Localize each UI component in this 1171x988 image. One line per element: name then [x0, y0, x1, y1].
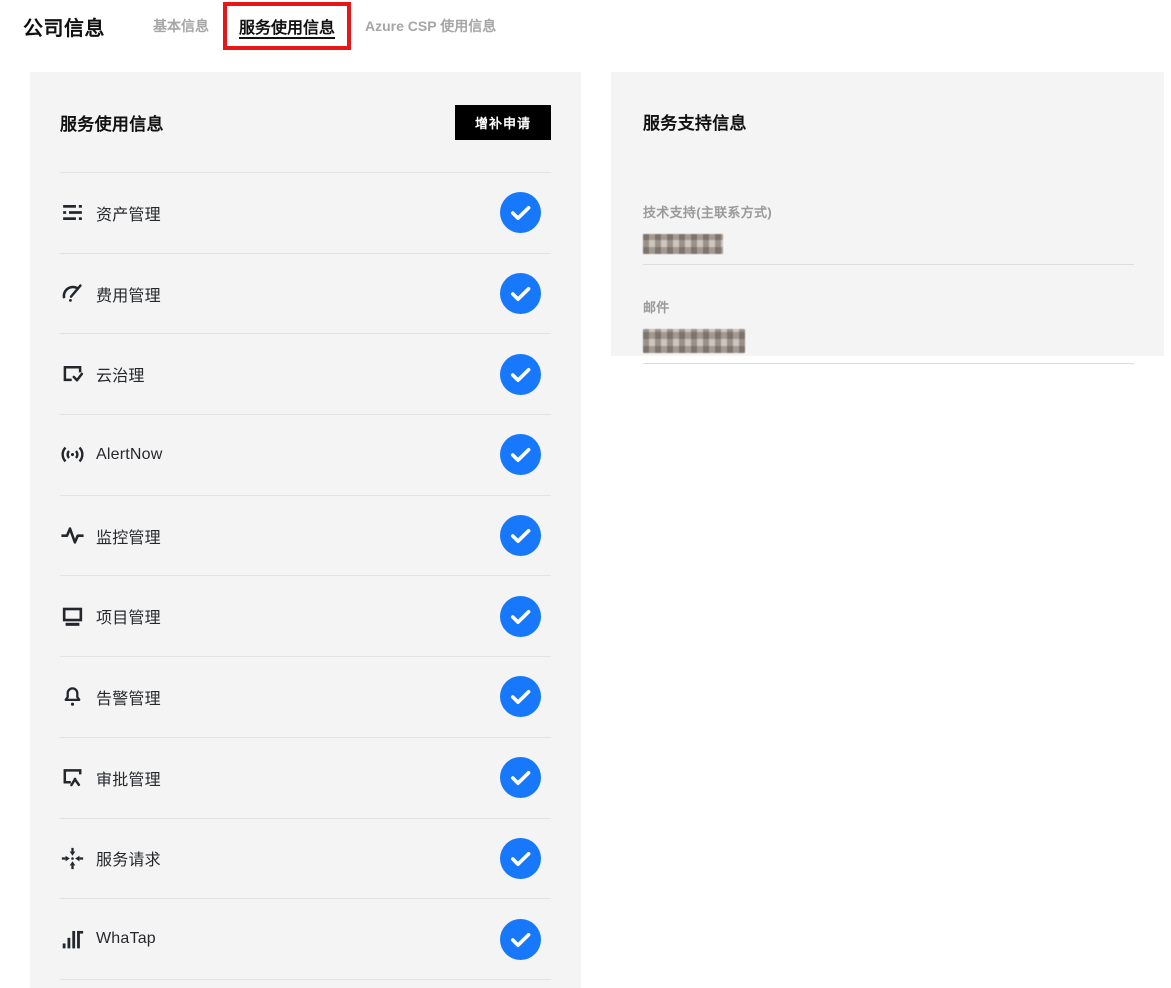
- red-highlight-box: 服务使用信息: [223, 2, 351, 50]
- service-row: 费用管理: [60, 253, 551, 334]
- check-circle-icon[interactable]: [500, 919, 541, 960]
- checked-box-icon: [60, 362, 85, 387]
- service-label: 项目管理: [96, 604, 161, 628]
- service-row: 告警管理: [60, 656, 551, 737]
- collapse-arrows-icon: [60, 846, 85, 871]
- service-usage-panel-title: 服务使用信息: [60, 110, 164, 135]
- service-label: 监控管理: [96, 524, 161, 548]
- field-label: 技术支持(主联系方式): [643, 202, 1134, 221]
- check-circle-icon[interactable]: [500, 596, 541, 637]
- check-circle-icon[interactable]: [500, 273, 541, 314]
- redacted-value-mosaic: [643, 329, 745, 353]
- monitor-icon: [60, 604, 85, 629]
- pulse-icon: [60, 523, 85, 548]
- service-support-panel-title: 服务支持信息: [643, 109, 747, 134]
- check-circle-icon[interactable]: [500, 192, 541, 233]
- tab-azure-csp-info[interactable]: Azure CSP 使用信息: [365, 16, 496, 36]
- field-label: 邮件: [643, 297, 1134, 316]
- redacted-value-mosaic: [643, 234, 723, 254]
- service-row: WhaTap: [60, 898, 551, 979]
- service-row: 资产管理: [60, 172, 551, 253]
- service-label: 服务请求: [96, 846, 161, 870]
- tab-basic-info[interactable]: 基本信息: [153, 16, 209, 36]
- tab-service-usage-info[interactable]: 服务使用信息: [239, 14, 335, 38]
- bell-icon: [60, 684, 85, 709]
- service-label: 告警管理: [96, 685, 161, 709]
- service-row: 云治理: [60, 333, 551, 414]
- tab-bar: 基本信息 服务使用信息 Azure CSP 使用信息: [153, 2, 496, 50]
- gauge-icon: [60, 281, 85, 306]
- service-support-panel-header: 服务支持信息: [643, 72, 1134, 170]
- service-label: 资产管理: [96, 201, 161, 225]
- service-row: 监控管理: [60, 495, 551, 576]
- bar-chart-icon: [60, 927, 85, 952]
- service-list: 资产管理 费用管理 云治理 AlertNow: [60, 172, 551, 980]
- check-circle-icon[interactable]: [500, 354, 541, 395]
- check-circle-icon[interactable]: [500, 838, 541, 879]
- check-circle-icon[interactable]: [500, 434, 541, 475]
- sliders-icon: [60, 200, 85, 225]
- approval-stamp-icon: [60, 765, 85, 790]
- service-label: 云治理: [96, 362, 145, 386]
- page-title: 公司信息: [23, 12, 105, 41]
- service-row: 审批管理: [60, 737, 551, 818]
- check-circle-icon[interactable]: [500, 515, 541, 556]
- service-support-panel: 服务支持信息 技术支持(主联系方式) 邮件: [611, 72, 1164, 356]
- field-value: [643, 234, 1134, 265]
- service-label: 审批管理: [96, 766, 161, 790]
- field-value: [643, 329, 1134, 364]
- service-usage-panel: 服务使用信息 增补申请 资产管理 费用管理 云治理: [30, 72, 581, 988]
- service-row: 项目管理: [60, 575, 551, 656]
- broadcast-icon: [60, 442, 85, 467]
- page-header: 公司信息 基本信息 服务使用信息 Azure CSP 使用信息: [23, 0, 496, 52]
- service-label: 费用管理: [96, 282, 161, 306]
- support-field: 技术支持(主联系方式): [643, 202, 1134, 265]
- support-field-list: 技术支持(主联系方式) 邮件: [643, 202, 1134, 364]
- check-circle-icon[interactable]: [500, 676, 541, 717]
- service-row: 服务请求: [60, 818, 551, 899]
- service-row: AlertNow: [60, 414, 551, 495]
- supplement-apply-button[interactable]: 增补申请: [455, 105, 551, 140]
- service-label: WhaTap: [96, 930, 156, 948]
- check-circle-icon[interactable]: [500, 757, 541, 798]
- service-label: AlertNow: [96, 446, 163, 464]
- service-usage-panel-header: 服务使用信息 增补申请: [60, 72, 551, 172]
- support-field: 邮件: [643, 297, 1134, 364]
